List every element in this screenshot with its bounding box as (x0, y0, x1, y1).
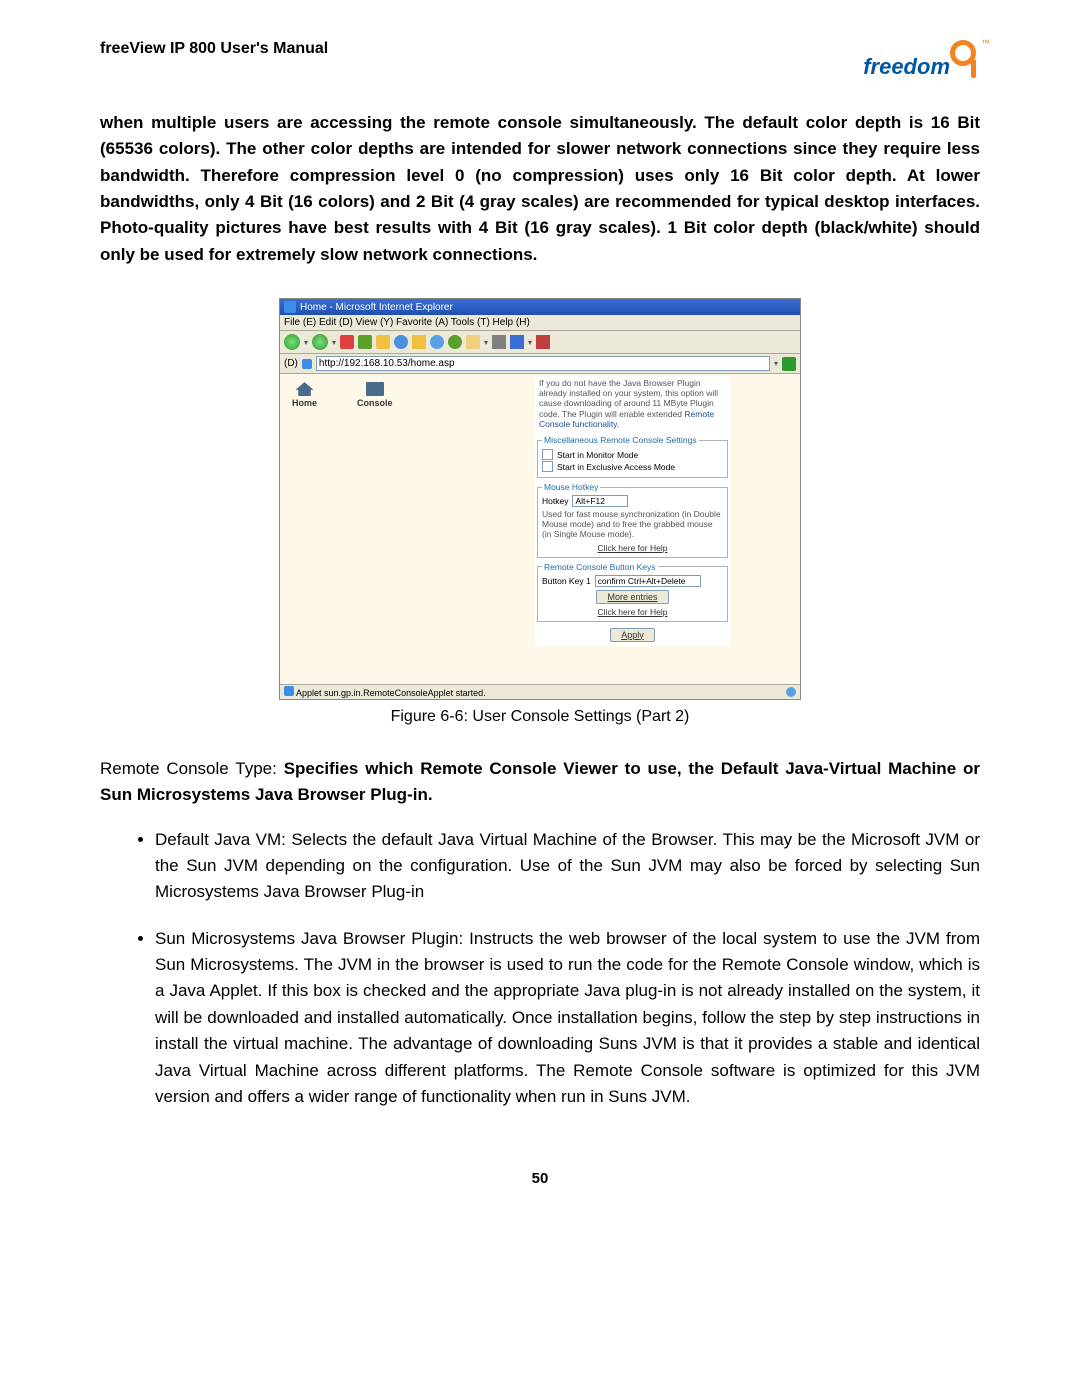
page-number: 50 (100, 1170, 980, 1187)
nav-console-icon (366, 382, 384, 396)
btnkeys-help-link[interactable]: Click here for Help (542, 607, 723, 617)
ie-screenshot: Home - Microsoft Internet Explorer File … (279, 298, 801, 700)
globe-icon[interactable] (430, 335, 444, 349)
home-icon[interactable] (376, 335, 390, 349)
ie-titlebar: Home - Microsoft Internet Explorer (280, 299, 800, 315)
refresh-icon[interactable] (358, 335, 372, 349)
bullet-default-jvm: Default Java VM: Selects the default Jav… (155, 827, 980, 906)
status-text: Applet sun.gp.in.RemoteConsoleApplet sta… (296, 688, 486, 698)
edit-dropdown-icon[interactable]: ▾ (528, 338, 532, 347)
b0-lead: Default Java VM: (155, 830, 291, 849)
ie-icon (284, 301, 296, 313)
btnkeys-input[interactable] (595, 575, 701, 587)
logo-text: freedom (863, 54, 950, 79)
rct-lead: Remote Console Type: (100, 759, 284, 778)
ie-content-area: Home Console If you do not have the Java… (280, 374, 800, 684)
apply-button[interactable]: Apply (610, 628, 655, 642)
exclusive-mode-checkbox[interactable] (542, 461, 553, 472)
more-entries-button[interactable]: More entries (596, 590, 668, 604)
ie-toolbar: ▾ ▾ ▾ ▾ (280, 331, 800, 354)
nav-console[interactable]: Console (357, 382, 393, 408)
ie-statusbar: Applet sun.gp.in.RemoteConsoleApplet sta… (280, 684, 800, 699)
manual-title: freeView IP 800 User's Manual (100, 40, 328, 58)
address-input[interactable] (316, 356, 770, 371)
freedom9-logo: freedom™ (863, 40, 980, 80)
status-icon (284, 686, 294, 696)
hotkey-note: Used for fast mouse synchronization (in … (542, 509, 723, 540)
settings-panel: If you do not have the Java Browser Plug… (535, 376, 730, 646)
logo-9-icon: ™ (950, 40, 980, 80)
monitor-mode-checkbox[interactable] (542, 449, 553, 460)
hotkey-help-link[interactable]: Click here for Help (542, 543, 723, 553)
page-header: freeView IP 800 User's Manual freedom™ (100, 40, 980, 80)
figure-6-6: Home - Microsoft Internet Explorer File … (100, 298, 980, 726)
misc-settings-group: Miscellaneous Remote Console Settings St… (537, 435, 728, 478)
btnkeys-legend: Remote Console Button Keys (542, 562, 658, 572)
search-icon[interactable] (394, 335, 408, 349)
stop-icon[interactable] (340, 335, 354, 349)
hotkey-label: Hotkey (542, 496, 568, 506)
bullet-sun-plugin: Sun Microsystems Java Browser Plugin: In… (155, 926, 980, 1110)
address-label: (D) (284, 358, 298, 369)
button-keys-group: Remote Console Button Keys Button Key 1 … (537, 562, 728, 622)
intro-paragraph: when multiple users are accessing the re… (100, 110, 980, 268)
mouse-hotkey-group: Mouse Hotkey Hotkey Used for fast mouse … (537, 482, 728, 558)
forward-icon[interactable] (312, 334, 328, 350)
mail-dropdown-icon[interactable]: ▾ (484, 338, 488, 347)
btnkeys-label: Button Key 1 (542, 576, 591, 586)
bullet-list: Default Java VM: Selects the default Jav… (100, 827, 980, 1110)
fwd-dropdown-icon[interactable]: ▾ (332, 338, 336, 347)
edit-icon[interactable] (510, 335, 524, 349)
ie-menubar[interactable]: File (E) Edit (D) View (Y) Favorite (A) … (280, 315, 800, 331)
go-button[interactable] (782, 357, 796, 371)
hotkey-legend: Mouse Hotkey (542, 482, 600, 492)
back-icon[interactable] (284, 334, 300, 350)
hotkey-input[interactable] (572, 495, 628, 507)
page-icon (302, 359, 312, 369)
b1-lead: Sun Microsystems Java Browser Plugin: (155, 929, 469, 948)
figure-caption: Figure 6-6: User Console Settings (Part … (100, 708, 980, 726)
history-icon[interactable] (448, 335, 462, 349)
back-dropdown-icon[interactable]: ▾ (304, 338, 308, 347)
monitor-mode-label: Start in Monitor Mode (557, 450, 638, 460)
nav-home[interactable]: Home (292, 382, 317, 408)
b1-bold: Instructs the web browser of the local s… (155, 929, 980, 1106)
nav-console-label: Console (357, 398, 393, 408)
plugin-note: If you do not have the Java Browser Plug… (535, 376, 730, 431)
nav-home-label: Home (292, 398, 317, 408)
print-icon[interactable] (492, 335, 506, 349)
address-dropdown-icon[interactable]: ▾ (774, 359, 778, 368)
ie-title-text: Home - Microsoft Internet Explorer (300, 302, 453, 313)
messenger-icon[interactable] (536, 335, 550, 349)
favorites-icon[interactable] (412, 335, 426, 349)
remote-console-type-para: Remote Console Type: Specifies which Rem… (100, 756, 980, 809)
ie-addressbar: (D) ▾ (280, 354, 800, 374)
nav-home-icon (296, 382, 314, 396)
mail-icon[interactable] (466, 335, 480, 349)
exclusive-mode-label: Start in Exclusive Access Mode (557, 462, 675, 472)
misc-legend: Miscellaneous Remote Console Settings (542, 435, 699, 445)
internet-zone-icon (786, 687, 796, 697)
